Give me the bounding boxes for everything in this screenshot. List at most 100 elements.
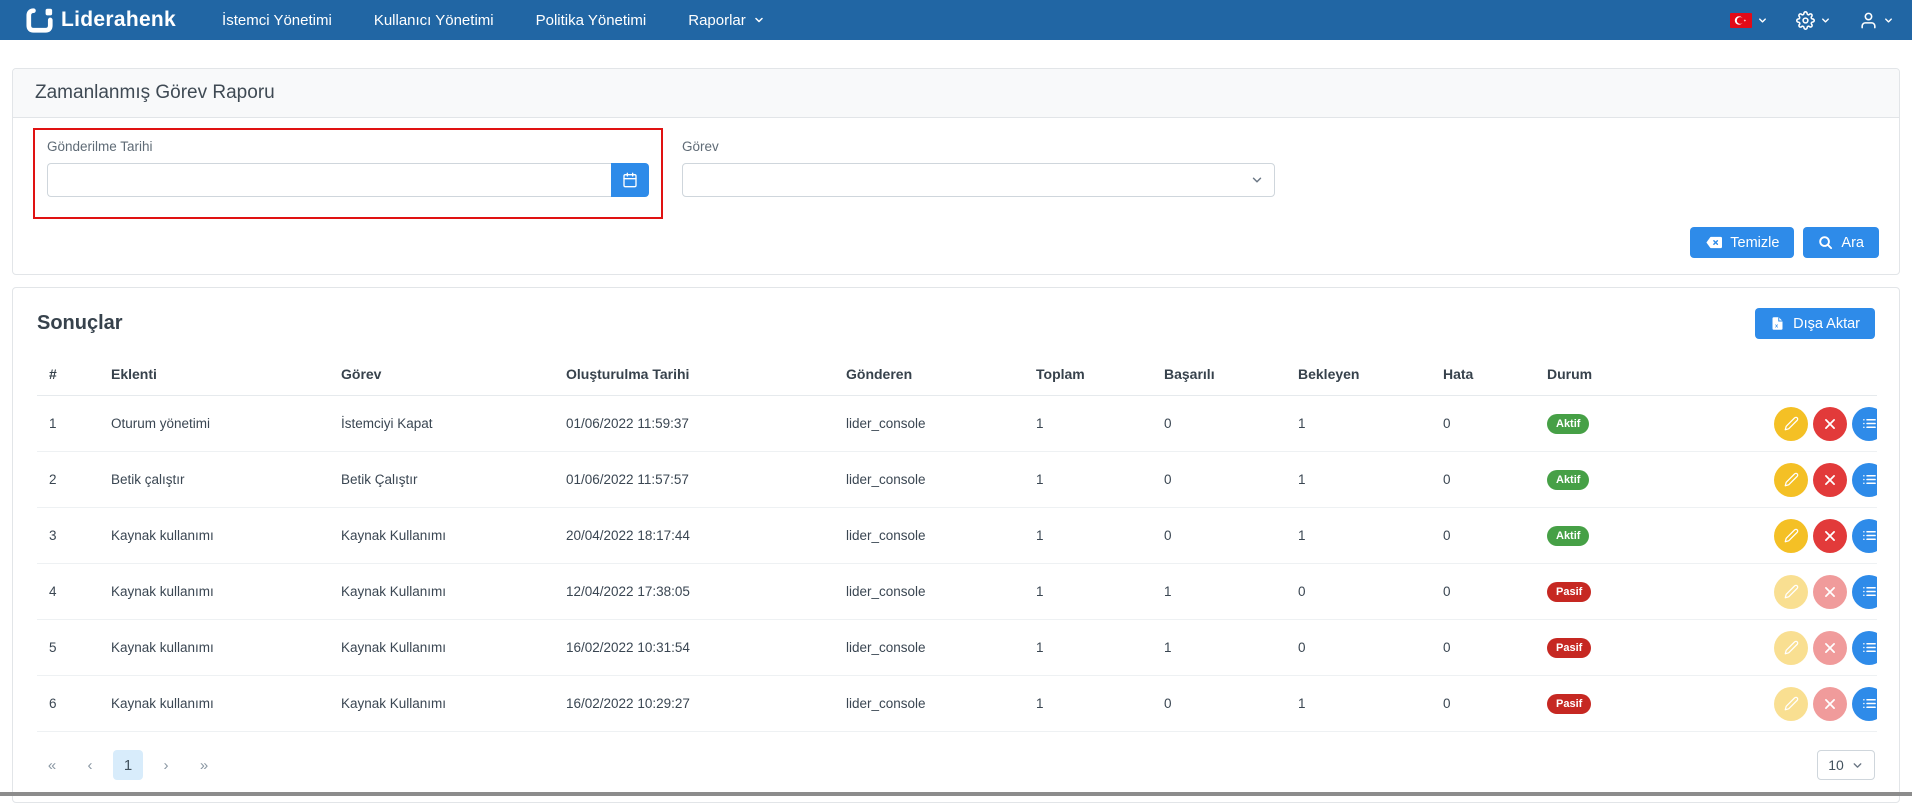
cell-status: Aktif bbox=[1535, 396, 1757, 452]
cell-created: 01/06/2022 11:59:37 bbox=[554, 396, 834, 452]
chevron-down-icon bbox=[1851, 759, 1864, 772]
next-page-button[interactable]: › bbox=[151, 750, 181, 780]
column-header: # bbox=[37, 353, 99, 396]
pencil-icon bbox=[1784, 640, 1799, 655]
task-label: Görev bbox=[682, 139, 1275, 154]
top-navbar: Liderahenk İstemci Yönetimi Kullanıcı Yö… bbox=[0, 0, 1912, 40]
task-detail-button[interactable] bbox=[1852, 519, 1877, 553]
nav-item-label: İstemci Yönetimi bbox=[222, 12, 332, 29]
collapse-card-button[interactable] bbox=[1869, 87, 1877, 99]
edit-task-button[interactable] bbox=[1774, 463, 1808, 497]
page-size-value: 10 bbox=[1828, 757, 1844, 773]
cell-actions bbox=[1757, 396, 1877, 452]
pencil-icon bbox=[1784, 696, 1799, 711]
x-icon bbox=[1823, 697, 1837, 711]
task-detail-button[interactable] bbox=[1852, 687, 1877, 721]
cell-error: 0 bbox=[1431, 620, 1535, 676]
nav-item-user-management[interactable]: Kullanıcı Yönetimi bbox=[374, 12, 494, 29]
column-header: Toplam bbox=[1024, 353, 1152, 396]
cell-task: Kaynak Kullanımı bbox=[329, 676, 554, 732]
edit-task-button[interactable] bbox=[1774, 519, 1808, 553]
last-page-button[interactable]: » bbox=[189, 750, 219, 780]
gear-icon bbox=[1796, 11, 1815, 30]
cell-error: 0 bbox=[1431, 564, 1535, 620]
table-row: 6Kaynak kullanımıKaynak Kullanımı16/02/2… bbox=[37, 676, 1877, 732]
cell-created: 16/02/2022 10:29:27 bbox=[554, 676, 834, 732]
cell-status: Aktif bbox=[1535, 452, 1757, 508]
export-button[interactable]: x Dışa Aktar bbox=[1755, 308, 1875, 339]
task-select[interactable] bbox=[682, 163, 1275, 197]
clear-button-label: Temizle bbox=[1730, 235, 1779, 251]
cell-total: 1 bbox=[1024, 676, 1152, 732]
cell-plugin: Oturum yönetimi bbox=[99, 396, 329, 452]
excel-file-icon: x bbox=[1770, 316, 1785, 331]
cell-error: 0 bbox=[1431, 508, 1535, 564]
nav-item-label: Kullanıcı Yönetimi bbox=[374, 12, 494, 29]
x-icon bbox=[1823, 473, 1837, 487]
first-page-button[interactable]: « bbox=[37, 750, 67, 780]
current-page-button[interactable]: 1 bbox=[113, 750, 143, 780]
cell-sender: lider_console bbox=[834, 396, 1024, 452]
send-date-label: Gönderilme Tarihi bbox=[47, 139, 649, 154]
cell-created: 01/06/2022 11:57:57 bbox=[554, 452, 834, 508]
cell-error: 0 bbox=[1431, 396, 1535, 452]
cell-plugin: Kaynak kullanımı bbox=[99, 676, 329, 732]
clear-button[interactable]: Temizle bbox=[1690, 227, 1794, 258]
list-icon bbox=[1862, 696, 1877, 711]
cell-actions bbox=[1757, 452, 1877, 508]
turkish-flag-icon bbox=[1730, 13, 1752, 28]
settings-menu[interactable] bbox=[1796, 11, 1831, 30]
page-size-select[interactable]: 10 bbox=[1817, 750, 1875, 780]
table-row: 1Oturum yönetimiİstemciyi Kapat01/06/202… bbox=[37, 396, 1877, 452]
nav-item-client-management[interactable]: İstemci Yönetimi bbox=[222, 12, 332, 29]
account-menu[interactable] bbox=[1859, 11, 1894, 30]
scheduled-task-report-card: Zamanlanmış Görev Raporu Gönderilme Tari… bbox=[12, 68, 1900, 275]
search-icon bbox=[1818, 235, 1833, 250]
task-detail-button[interactable] bbox=[1852, 575, 1877, 609]
delete-task-button[interactable] bbox=[1813, 463, 1847, 497]
cell-sender: lider_console bbox=[834, 564, 1024, 620]
list-icon bbox=[1862, 472, 1877, 487]
column-header: Başarılı bbox=[1152, 353, 1286, 396]
page-title: Zamanlanmış Görev Raporu bbox=[35, 82, 275, 104]
delete-task-button bbox=[1813, 687, 1847, 721]
cell-total: 1 bbox=[1024, 508, 1152, 564]
results-title: Sonuçlar bbox=[37, 312, 123, 335]
column-header-actions bbox=[1757, 353, 1877, 396]
cell-task: Betik Çalıştır bbox=[329, 452, 554, 508]
search-button[interactable]: Ara bbox=[1803, 227, 1879, 258]
x-icon bbox=[1823, 529, 1837, 543]
nav-item-policy-management[interactable]: Politika Yönetimi bbox=[536, 12, 647, 29]
cell-status: Pasif bbox=[1535, 676, 1757, 732]
nav-item-label: Raporlar bbox=[688, 12, 746, 29]
pencil-icon bbox=[1784, 584, 1799, 599]
status-badge: Pasif bbox=[1547, 638, 1591, 658]
navbar-right bbox=[1730, 11, 1894, 30]
cell-no: 1 bbox=[37, 396, 99, 452]
results-card: Sonuçlar x Dışa Aktar #EklentiGörevOluşt… bbox=[12, 287, 1900, 803]
cell-task: Kaynak Kullanımı bbox=[329, 620, 554, 676]
task-detail-button[interactable] bbox=[1852, 407, 1877, 441]
cell-success: 0 bbox=[1152, 676, 1286, 732]
cell-error: 0 bbox=[1431, 452, 1535, 508]
filter-card-body: Gönderilme Tarihi bbox=[13, 118, 1899, 274]
edit-task-button[interactable] bbox=[1774, 407, 1808, 441]
brand-logo[interactable]: Liderahenk bbox=[26, 6, 176, 34]
cell-sender: lider_console bbox=[834, 508, 1024, 564]
cell-status: Pasif bbox=[1535, 564, 1757, 620]
previous-page-button[interactable]: ‹ bbox=[75, 750, 105, 780]
table-body: 1Oturum yönetimiİstemciyi Kapat01/06/202… bbox=[37, 396, 1877, 732]
cell-waiting: 0 bbox=[1286, 564, 1431, 620]
delete-task-button[interactable] bbox=[1813, 407, 1847, 441]
list-icon bbox=[1862, 528, 1877, 543]
main-menu: İstemci Yönetimi Kullanıcı Yönetimi Poli… bbox=[222, 12, 765, 29]
table-row: 2Betik çalıştırBetik Çalıştır01/06/2022 … bbox=[37, 452, 1877, 508]
delete-task-button[interactable] bbox=[1813, 519, 1847, 553]
nav-item-reports[interactable]: Raporlar bbox=[688, 12, 765, 29]
send-date-input[interactable] bbox=[47, 163, 611, 197]
x-icon bbox=[1823, 585, 1837, 599]
open-calendar-button[interactable] bbox=[611, 163, 649, 197]
task-detail-button[interactable] bbox=[1852, 631, 1877, 665]
task-detail-button[interactable] bbox=[1852, 463, 1877, 497]
language-menu[interactable] bbox=[1730, 13, 1768, 28]
